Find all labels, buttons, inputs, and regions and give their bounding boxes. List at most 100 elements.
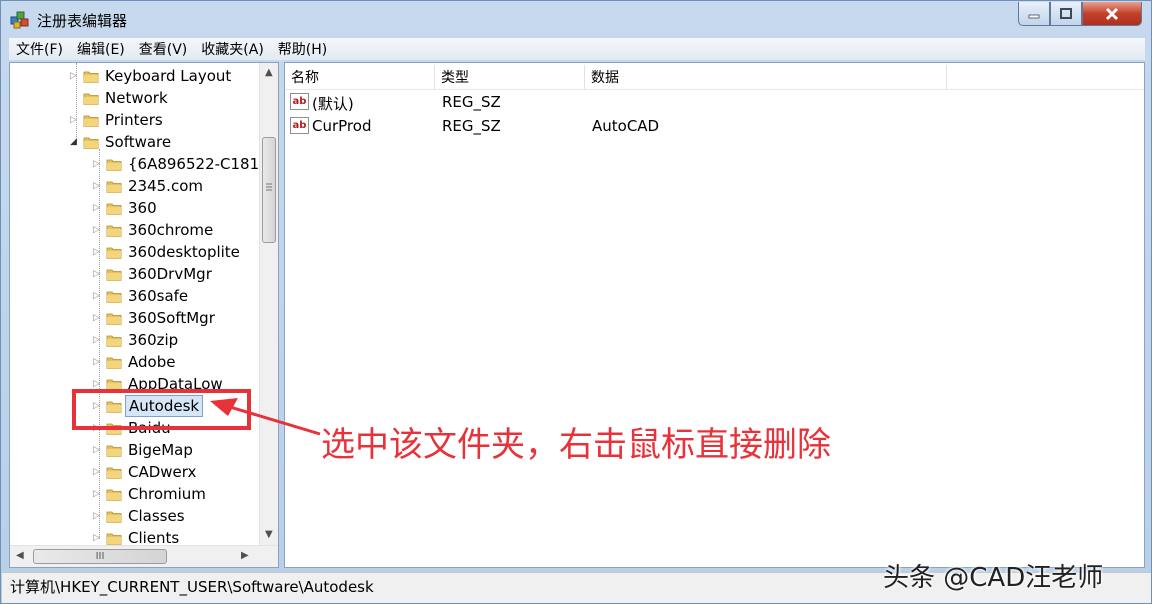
menu-view[interactable]: 查看(V): [132, 39, 195, 59]
collapsed-arrow-icon[interactable]: ▷: [93, 533, 103, 543]
folder-icon: [106, 181, 122, 193]
collapsed-arrow-icon[interactable]: ▷: [93, 379, 103, 389]
maximize-button[interactable]: [1050, 2, 1082, 26]
tree-item[interactable]: ▷ {6A896522-C181-: [10, 153, 265, 175]
collapsed-arrow-icon[interactable]: ▷: [93, 313, 103, 323]
collapsed-arrow-icon[interactable]: ▷: [93, 159, 103, 169]
scroll-down-arrow-icon[interactable]: ▼: [265, 529, 273, 540]
collapsed-arrow-icon[interactable]: ▷: [93, 269, 103, 279]
tree-item[interactable]: ▷ 360desktoplite: [10, 241, 259, 263]
tree-item[interactable]: ▷ BigeMap: [10, 439, 259, 461]
collapsed-arrow-icon[interactable]: ▷: [93, 467, 103, 477]
collapsed-arrow-icon[interactable]: ▷: [93, 511, 103, 521]
folder-icon: [106, 445, 122, 457]
folder-icon: [83, 71, 99, 83]
column-header-type[interactable]: 类型: [435, 65, 585, 89]
tree-item[interactable]: ▷ 360safe: [10, 285, 259, 307]
collapsed-arrow-icon[interactable]: ▷: [93, 247, 103, 257]
collapsed-arrow-icon[interactable]: ▷: [93, 181, 103, 191]
tree-item[interactable]: ▷ Printers: [10, 109, 259, 131]
tree-item-label: Printers: [105, 111, 163, 129]
collapsed-arrow-icon[interactable]: ▷: [93, 291, 103, 301]
tree-item-label: Classes: [128, 507, 185, 525]
folder-icon: [83, 115, 99, 127]
minimize-button[interactable]: [1018, 2, 1050, 26]
collapsed-arrow-icon[interactable]: ▷: [93, 357, 103, 367]
tree-item[interactable]: ▷ Chromium: [10, 483, 259, 505]
tree-item[interactable]: ▷ CADwerx: [10, 461, 259, 483]
folder-icon: [106, 159, 122, 171]
folder-icon: [83, 137, 99, 149]
scrollbar-thumb[interactable]: III: [33, 549, 167, 564]
tree-item[interactable]: ▷ Adobe: [10, 351, 259, 373]
tree-item[interactable]: ▷ 360SoftMgr: [10, 307, 259, 329]
tree-horizontal-scrollbar[interactable]: ◀ III ▶: [10, 545, 278, 567]
folder-icon: [106, 269, 122, 281]
tree-item[interactable]: ▷ 360chrome: [10, 219, 259, 241]
values-list-pane[interactable]: 名称 类型 数据 ab (默认) REG_SZ ab CurProd REG_S…: [284, 62, 1145, 568]
collapsed-arrow-icon[interactable]: ▷: [93, 489, 103, 499]
tree-item[interactable]: ▷ 360: [10, 197, 259, 219]
folder-icon: [106, 247, 122, 259]
tree-item-label: 360safe: [128, 287, 189, 305]
column-header-data[interactable]: 数据: [585, 65, 947, 89]
tree-item-label: Network: [105, 89, 168, 107]
close-button[interactable]: [1082, 2, 1142, 26]
tree-item[interactable]: ▷ 2345.com: [10, 175, 259, 197]
tree-vertical-scrollbar[interactable]: ▲ ▼: [259, 63, 278, 545]
collapsed-arrow-icon[interactable]: ▷: [93, 335, 103, 345]
tree-item-label: 2345.com: [128, 177, 203, 195]
tree-item-label: 360desktoplite: [128, 243, 240, 261]
folder-icon: [106, 357, 122, 369]
tree-item-label: 360: [128, 199, 157, 217]
collapsed-arrow-icon[interactable]: ▷: [93, 203, 103, 213]
folder-icon: [106, 203, 122, 215]
folder-icon: [106, 533, 122, 545]
tree-pane[interactable]: ▷ Keyboard Layout Network ▷ Printers ◢ Softwar…: [9, 62, 279, 568]
tree-item[interactable]: ▷ Keyboard Layout: [10, 65, 259, 87]
value-data: AutoCAD: [592, 117, 660, 135]
title-bar[interactable]: 注册表编辑器: [1, 1, 1151, 37]
list-item[interactable]: ab (默认) REG_SZ: [285, 91, 1144, 113]
collapsed-arrow-icon[interactable]: ▷: [70, 115, 80, 125]
expanded-arrow-icon[interactable]: ◢: [70, 137, 80, 147]
folder-icon: [106, 511, 122, 523]
collapsed-arrow-icon[interactable]: ▷: [93, 225, 103, 235]
menu-edit[interactable]: 编辑(E): [70, 39, 132, 59]
tree-item[interactable]: ◢ Software: [10, 131, 259, 153]
tree-item[interactable]: Network: [10, 87, 259, 109]
folder-icon: [106, 335, 122, 347]
column-header-name[interactable]: 名称: [285, 65, 435, 89]
folder-icon: [83, 93, 99, 105]
tree-item-label: CADwerx: [128, 463, 197, 481]
tree-item-label: Software: [105, 133, 172, 151]
grip-icon: [266, 183, 272, 191]
tree-item-label: Chromium: [128, 485, 206, 503]
close-icon: [1105, 7, 1119, 20]
tree-item-label: Keyboard Layout: [105, 67, 232, 85]
tree-item-label: 360SoftMgr: [128, 309, 215, 327]
folder-icon: [106, 467, 122, 479]
folder-icon: [106, 489, 122, 501]
tree-item-label: 360chrome: [128, 221, 214, 239]
collapsed-arrow-icon[interactable]: ▷: [70, 71, 80, 81]
scrollbar-thumb[interactable]: [262, 137, 276, 243]
scroll-left-arrow-icon[interactable]: ◀: [16, 550, 24, 561]
tree-item[interactable]: ▷ Classes: [10, 505, 259, 527]
list-item[interactable]: ab CurProd REG_SZ AutoCAD: [285, 115, 1144, 137]
ab-string-icon: ab: [290, 117, 309, 134]
value-type: REG_SZ: [442, 93, 501, 111]
scroll-right-arrow-icon[interactable]: ▶: [241, 550, 249, 561]
collapsed-arrow-icon[interactable]: ▷: [93, 445, 103, 455]
status-path: 计算机\HKEY_CURRENT_USER\Software\Autodesk: [10, 578, 374, 596]
scroll-up-arrow-icon[interactable]: ▲: [265, 67, 273, 78]
tree-item[interactable]: ▷ 360DrvMgr: [10, 263, 259, 285]
menu-bar: 文件(F) 编辑(E) 查看(V) 收藏夹(A) 帮助(H): [9, 38, 1145, 60]
menu-file[interactable]: 文件(F): [9, 39, 70, 59]
tree-item-label: {6A896522-C181-: [128, 155, 265, 173]
menu-favorites[interactable]: 收藏夹(A): [194, 39, 271, 59]
annotation-arrow-icon: [210, 398, 321, 436]
tree-item-label: Adobe: [128, 353, 176, 371]
tree-item[interactable]: ▷ 360zip: [10, 329, 259, 351]
menu-help[interactable]: 帮助(H): [271, 39, 334, 59]
